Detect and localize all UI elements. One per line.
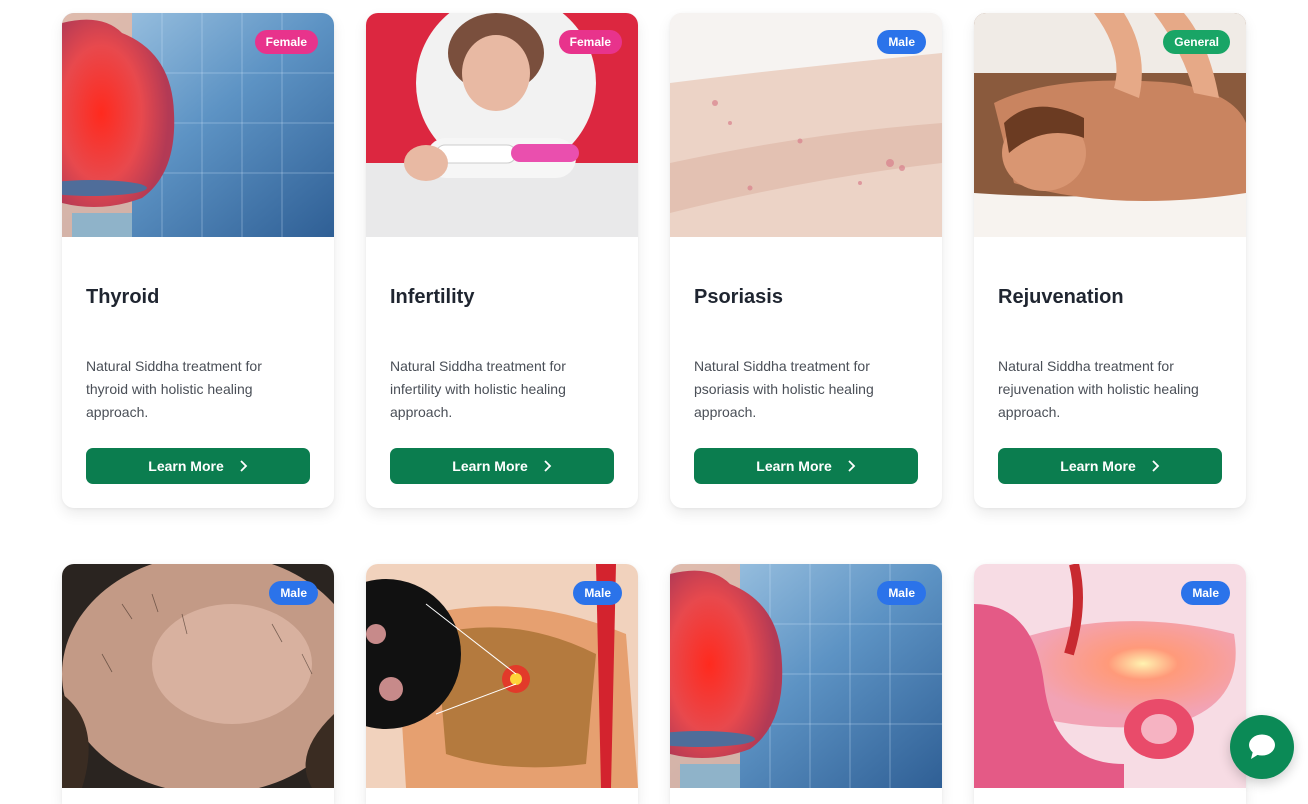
treatment-card-pancreas[interactable]: Male [974, 564, 1246, 804]
learn-more-label: Learn More [148, 458, 224, 474]
card-image-thyroid-male: Male [670, 564, 942, 788]
badge-female: Female [254, 30, 318, 54]
card-image-pancreas: Male [974, 564, 1246, 788]
card-description: Natural Siddha treatment for thyroid wit… [86, 358, 262, 420]
learn-more-label: Learn More [452, 458, 528, 474]
card-image-liver: Male [366, 564, 638, 788]
treatment-card-liver[interactable]: Male [366, 564, 638, 804]
badge-male: Male [877, 581, 926, 605]
chevron-right-icon [544, 460, 552, 472]
treatment-card-infertility[interactable]: Female Infertility Natural Siddha treatm… [366, 13, 638, 508]
chevron-right-icon [1152, 460, 1160, 472]
card-description: Natural Siddha treatment for psoriasis w… [694, 358, 874, 420]
learn-more-label: Learn More [756, 458, 832, 474]
card-description: Natural Siddha treatment for infertility… [390, 358, 566, 420]
learn-more-label: Learn More [1060, 458, 1136, 474]
learn-more-button[interactable]: Learn More [998, 448, 1222, 484]
card-title: Psoriasis [694, 286, 783, 308]
chat-button[interactable] [1230, 715, 1294, 779]
badge-male: Male [877, 30, 926, 54]
treatment-card-thyroid[interactable]: Female Thyroid Natural Siddha treatment … [62, 13, 334, 508]
badge-general: General [1163, 30, 1230, 54]
learn-more-button[interactable]: Learn More [86, 448, 310, 484]
card-image-hair-loss: Male [62, 564, 334, 788]
treatment-card-rejuvenation[interactable]: General Rejuvenation Natural Siddha trea… [974, 13, 1246, 508]
card-title: Infertility [390, 286, 475, 308]
card-image-infertility: Female [366, 13, 638, 237]
badge-male: Male [573, 581, 622, 605]
chevron-right-icon [240, 460, 248, 472]
treatment-card-thyroid-male[interactable]: Male [670, 564, 942, 804]
badge-male: Male [1181, 581, 1230, 605]
card-description: Natural Siddha treatment for rejuvenatio… [998, 358, 1199, 420]
chevron-right-icon [848, 460, 856, 472]
chat-bubble-icon [1249, 734, 1275, 759]
card-title: Rejuvenation [998, 286, 1124, 308]
learn-more-button[interactable]: Learn More [694, 448, 918, 484]
treatment-card-hair-loss[interactable]: Male [62, 564, 334, 804]
badge-male: Male [269, 581, 318, 605]
card-image-thyroid: Female [62, 13, 334, 237]
treatment-card-psoriasis[interactable]: Male Psoriasis Natural Siddha treatment … [670, 13, 942, 508]
learn-more-button[interactable]: Learn More [390, 448, 614, 484]
badge-female: Female [558, 30, 622, 54]
card-image-rejuvenation: General [974, 13, 1246, 237]
card-image-psoriasis: Male [670, 13, 942, 237]
card-title: Thyroid [86, 286, 160, 308]
